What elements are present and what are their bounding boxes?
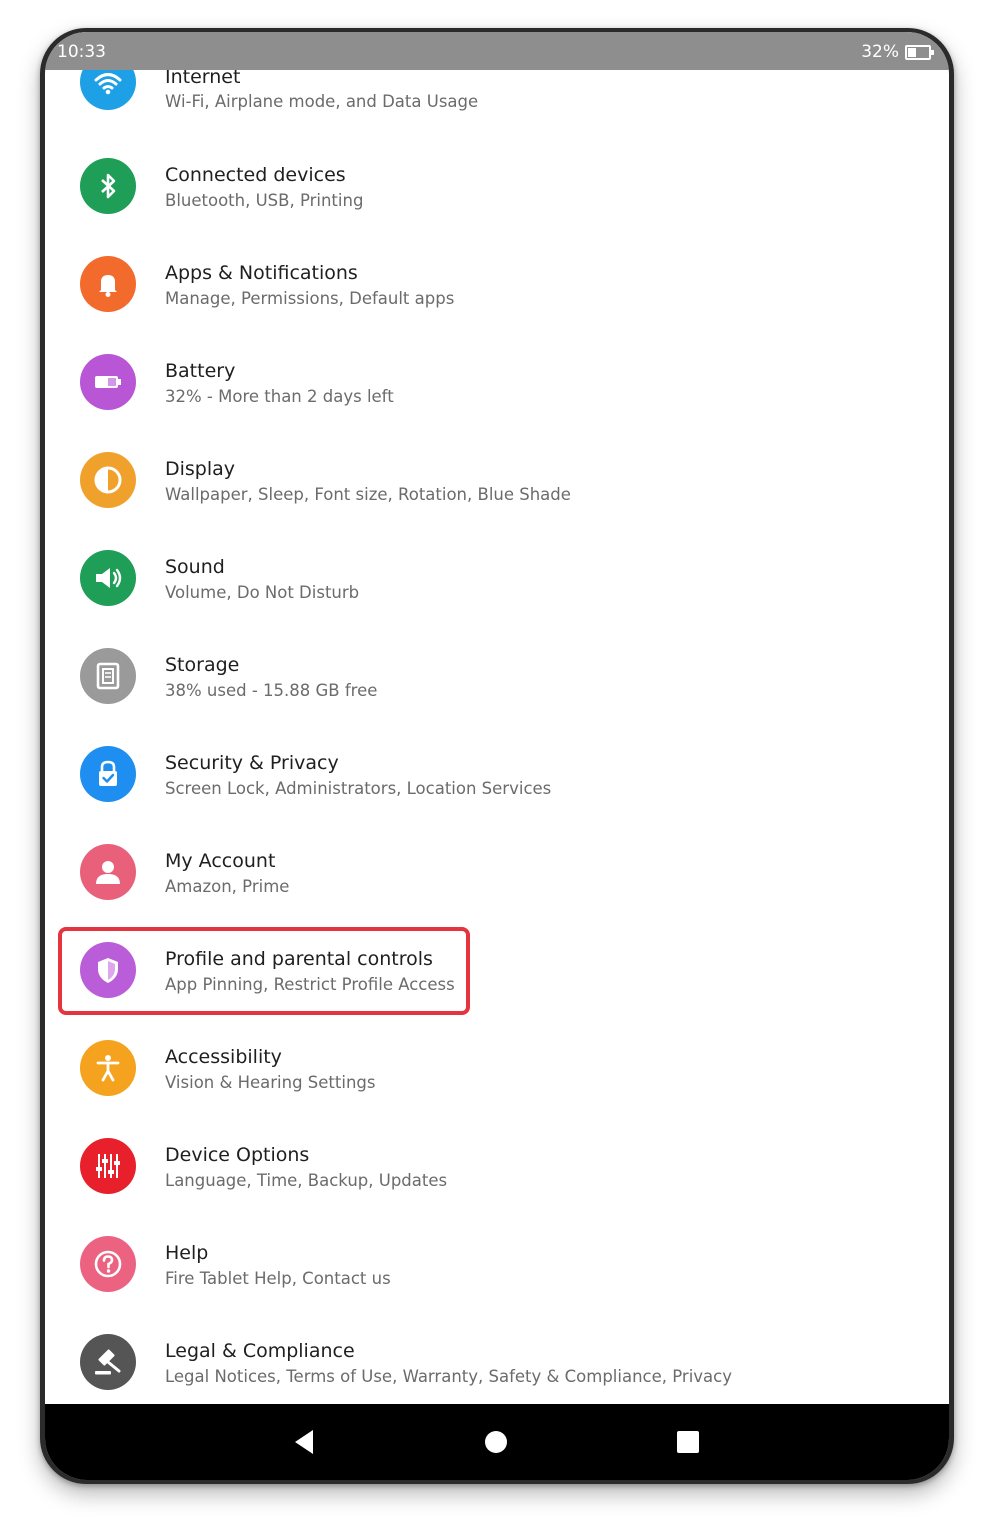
lock-icon [80,746,136,802]
item-subtitle: Vision & Hearing Settings [165,1073,376,1092]
screen: Internet Wi-Fi, Airplane mode, and Data … [45,32,949,1480]
status-right: 32% [861,42,934,62]
item-title: Device Options [165,1144,310,1166]
item-title: Apps & Notifications [165,262,358,284]
battery-status-icon [905,44,934,60]
item-subtitle: 38% used - 15.88 GB free [165,681,378,700]
item-title: Accessibility [165,1046,282,1068]
settings-item-help[interactable]: Help Fire Tablet Help, Contact us [45,1234,949,1332]
sliders-icon [80,1138,136,1194]
person-icon [80,844,136,900]
settings-item-device-options[interactable]: Device Options Language, Time, Backup, U… [45,1136,949,1234]
item-subtitle: Legal Notices, Terms of Use, Warranty, S… [165,1367,732,1386]
item-title: Sound [165,556,225,578]
settings-item-connected-devices[interactable]: Connected devices Bluetooth, USB, Printi… [45,156,949,254]
speaker-icon [80,550,136,606]
accessibility-icon [80,1040,136,1096]
battery-icon [80,354,136,410]
tablet-frame: Internet Wi-Fi, Airplane mode, and Data … [40,28,954,1484]
navigation-bar [45,1404,949,1480]
settings-item-battery[interactable]: Battery 32% - More than 2 days left [45,352,949,450]
settings-item-my-account[interactable]: My Account Amazon, Prime [45,842,949,940]
item-subtitle: Volume, Do Not Disturb [165,583,360,602]
item-title: Legal & Compliance [165,1340,355,1362]
item-title: Battery [165,360,236,382]
item-title: Security & Privacy [165,752,339,774]
settings-item-storage[interactable]: Storage 38% used - 15.88 GB free [45,646,949,744]
item-subtitle: Bluetooth, USB, Printing [165,191,364,210]
item-title: Profile and parental controls [165,948,433,970]
item-subtitle: App Pinning, Restrict Profile Access [165,975,455,994]
item-subtitle: Language, Time, Backup, Updates [165,1171,448,1190]
settings-item-display[interactable]: Display Wallpaper, Sleep, Font size, Rot… [45,450,949,548]
item-title: My Account [165,850,276,872]
item-subtitle: Wi-Fi, Airplane mode, and Data Usage [165,92,479,111]
recents-button[interactable] [672,1426,704,1458]
settings-item-internet[interactable]: Internet Wi-Fi, Airplane mode, and Data … [45,54,949,156]
settings-item-apps-notifications[interactable]: Apps & Notifications Manage, Permissions… [45,254,949,352]
battery-percent: 32% [861,42,899,62]
item-title: Help [165,1242,209,1264]
home-icon [485,1431,507,1453]
back-button[interactable] [288,1426,320,1458]
gavel-icon [80,1334,136,1390]
brightness-icon [80,452,136,508]
back-icon [295,1430,313,1454]
status-time: 10:33 [57,42,106,62]
item-subtitle: Fire Tablet Help, Contact us [165,1269,391,1288]
item-subtitle: 32% - More than 2 days left [165,387,394,406]
storage-icon [80,648,136,704]
shield-icon [80,942,136,998]
item-title: Storage [165,654,240,676]
item-title: Display [165,458,236,480]
item-title: Connected devices [165,164,346,186]
settings-item-sound[interactable]: Sound Volume, Do Not Disturb [45,548,949,646]
item-subtitle: Manage, Permissions, Default apps [165,289,455,308]
item-subtitle: Screen Lock, Administrators, Location Se… [165,779,552,798]
settings-item-accessibility[interactable]: Accessibility Vision & Hearing Settings [45,1038,949,1136]
item-subtitle: Amazon, Prime [165,877,290,896]
home-button[interactable] [480,1426,512,1458]
bell-icon [80,256,136,312]
settings-item-profile-parental-controls[interactable]: Profile and parental controls App Pinnin… [45,940,949,1038]
help-icon [80,1236,136,1292]
status-bar: 10:33 32% [45,32,949,70]
recents-icon [677,1431,699,1453]
item-subtitle: Wallpaper, Sleep, Font size, Rotation, B… [165,485,571,504]
bluetooth-icon [80,158,136,214]
settings-item-security-privacy[interactable]: Security & Privacy Screen Lock, Administ… [45,744,949,842]
